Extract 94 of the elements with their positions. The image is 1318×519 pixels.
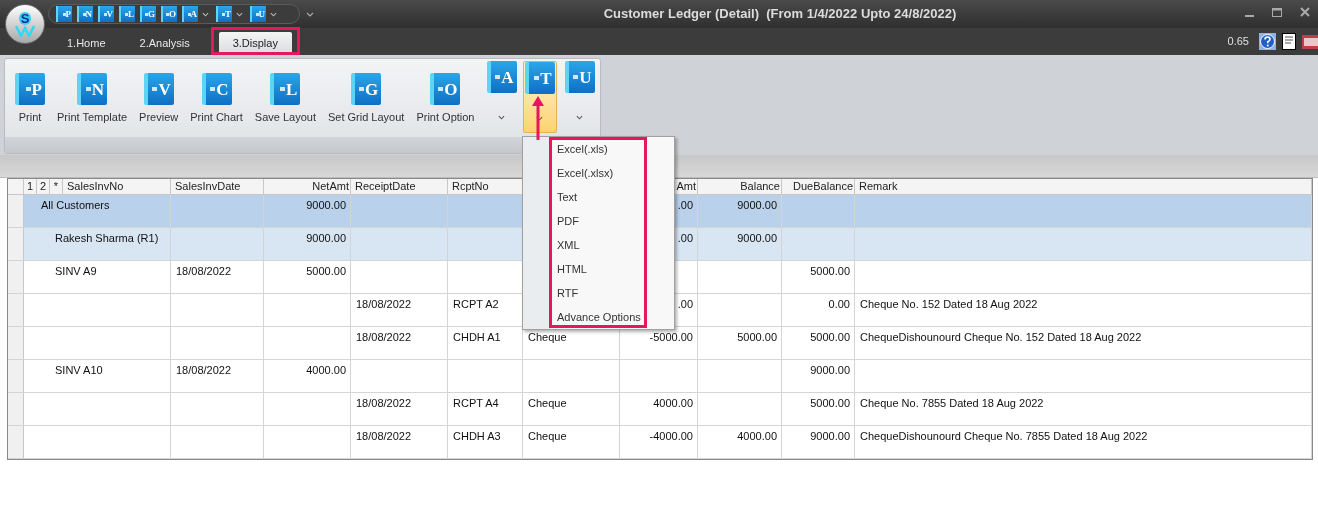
book-icon[interactable]: N xyxy=(77,6,93,22)
close-icon[interactable] xyxy=(1300,7,1310,17)
table-cell: 5000.00 xyxy=(698,327,782,359)
table-cell: 9000.00 xyxy=(264,228,351,260)
table-cell: -4000.00 xyxy=(620,426,698,458)
table-cell: 4000.00 xyxy=(698,426,782,458)
table-cell: 18/08/2022 xyxy=(351,393,448,425)
table-cell: 4000.00 xyxy=(620,393,698,425)
table-cell: RCPT A4 xyxy=(448,393,523,425)
caret-icon[interactable] xyxy=(202,11,209,17)
caret-icon[interactable] xyxy=(498,115,505,120)
table-cell: 18/08/2022 xyxy=(351,327,448,359)
column-header[interactable]: NetAmt xyxy=(312,179,349,194)
table-cell: 5000.00 xyxy=(782,393,855,425)
book-icon[interactable]: P xyxy=(15,73,45,105)
book-icon[interactable]: V xyxy=(143,73,174,105)
table-cell: CHDH A3 xyxy=(448,426,523,458)
table-cell: Cheque No. 152 Dated 18 Aug 2022 xyxy=(855,294,1312,326)
table-cell: 18/08/2022 xyxy=(351,294,448,326)
book-icon[interactable]: T xyxy=(524,62,555,94)
book-icon[interactable]: N xyxy=(77,73,108,105)
book-icon[interactable]: L xyxy=(119,6,135,22)
book-icon[interactable]: A xyxy=(486,61,517,93)
table-cell: 18/08/2022 xyxy=(171,261,264,293)
table-cell: 5000.00 xyxy=(264,261,351,293)
outline-level-button[interactable]: 1 xyxy=(24,179,37,194)
window-title: Customer Ledger (Detail) (From 1/4/2022 Upto 24/8/2022) xyxy=(602,5,958,24)
table-cell: 9000.00 xyxy=(264,195,351,227)
column-header[interactable]: SalesInvNo xyxy=(63,179,170,194)
table-cell: 9000.00 xyxy=(698,195,782,227)
table-cell: 9000.00 xyxy=(782,426,855,458)
book-icon[interactable]: T xyxy=(216,6,232,22)
column-header[interactable]: Amt xyxy=(676,179,696,194)
column-header[interactable]: DueBalance xyxy=(793,179,853,194)
ribbon-button[interactable]: L Save Layout xyxy=(250,61,320,126)
menu-item[interactable]: HTML xyxy=(557,261,641,277)
table-cell: Rakesh Sharma (R1) xyxy=(24,228,171,260)
book-icon[interactable]: O xyxy=(161,6,177,22)
table-cell: Cheque xyxy=(523,426,620,458)
table-cell: 4000.00 xyxy=(264,360,351,392)
table-cell: 5000.00 xyxy=(782,327,855,359)
maximize-icon[interactable] xyxy=(1272,7,1282,17)
ribbon-tab[interactable]: 1.Home xyxy=(53,32,120,55)
table-cell: Cheque xyxy=(523,393,620,425)
ribbon-button[interactable]: O Print Option xyxy=(412,61,479,126)
zoom-value: 0.65 xyxy=(1227,34,1249,50)
ribbon-button[interactable]: P Print xyxy=(11,61,49,126)
caret-icon[interactable] xyxy=(236,11,243,17)
table-cell: 0.00 xyxy=(782,294,855,326)
table-cell: SINV A9 xyxy=(24,261,171,293)
table-cell: 18/08/2022 xyxy=(351,426,448,458)
column-header[interactable]: Balance xyxy=(740,179,780,194)
table-cell: 9000.00 xyxy=(782,360,855,392)
ribbon-button[interactable]: G Set Grid Layout xyxy=(323,61,409,126)
ribbon-tab[interactable]: 2.Analysis xyxy=(125,32,204,55)
column-header[interactable]: Remark xyxy=(855,179,1311,194)
caret-icon[interactable] xyxy=(576,115,583,120)
book-icon[interactable]: C xyxy=(201,73,232,105)
book-icon[interactable]: O xyxy=(430,73,461,105)
book-icon[interactable]: U xyxy=(250,6,266,22)
split-button[interactable]: T xyxy=(522,61,557,133)
menu-item[interactable]: Excel(.xlsx) xyxy=(557,165,641,181)
table-cell: 18/08/2022 xyxy=(171,360,264,392)
book-icon[interactable]: U xyxy=(564,61,595,93)
book-icon[interactable]: G xyxy=(351,73,382,105)
ribbon-button[interactable]: V Preview xyxy=(135,61,183,126)
table-cell: SINV A10 xyxy=(24,360,171,392)
split-button[interactable]: A xyxy=(484,61,519,133)
outline-level-button[interactable]: 2 xyxy=(37,179,50,194)
annotation-arrow xyxy=(532,96,544,140)
ribbon-button[interactable]: C Print Chart xyxy=(186,61,247,126)
table-cell: ChequeDishounourd Cheque No. 152 Dated 18 Aug 2022 xyxy=(855,327,1312,359)
split-button[interactable]: U xyxy=(562,61,597,133)
customize-toolbar-icon[interactable] xyxy=(306,12,314,17)
column-header[interactable]: SalesInvDate xyxy=(171,179,263,194)
document-icon[interactable] xyxy=(1282,33,1296,50)
table-cell: 5000.00 xyxy=(782,261,855,293)
column-header[interactable]: ReceiptDate xyxy=(351,179,447,194)
book-icon[interactable]: V xyxy=(98,6,114,22)
ribbon-button[interactable]: N Print Template xyxy=(53,61,132,126)
menu-item[interactable]: Excel(.xls) xyxy=(557,141,641,157)
table-cell: Cheque No. 7855 Dated 18 Aug 2022 xyxy=(855,393,1312,425)
book-icon[interactable]: G xyxy=(140,6,156,22)
book-icon[interactable]: P xyxy=(56,6,72,22)
table-cell: 9000.00 xyxy=(698,228,782,260)
column-header[interactable]: RcptNo xyxy=(448,179,522,194)
book-icon[interactable]: L xyxy=(270,73,301,105)
outline-level-button[interactable]: * xyxy=(50,179,63,194)
table-cell: All Customers xyxy=(24,195,171,227)
caret-icon[interactable] xyxy=(270,11,277,17)
help-icon[interactable] xyxy=(1259,33,1276,50)
table-cell: ChequeDishounourd Cheque No. 7855 Dated 18 Aug 2022 xyxy=(855,426,1312,458)
book-icon[interactable]: A xyxy=(182,6,198,22)
exit-icon[interactable] xyxy=(1302,34,1318,49)
